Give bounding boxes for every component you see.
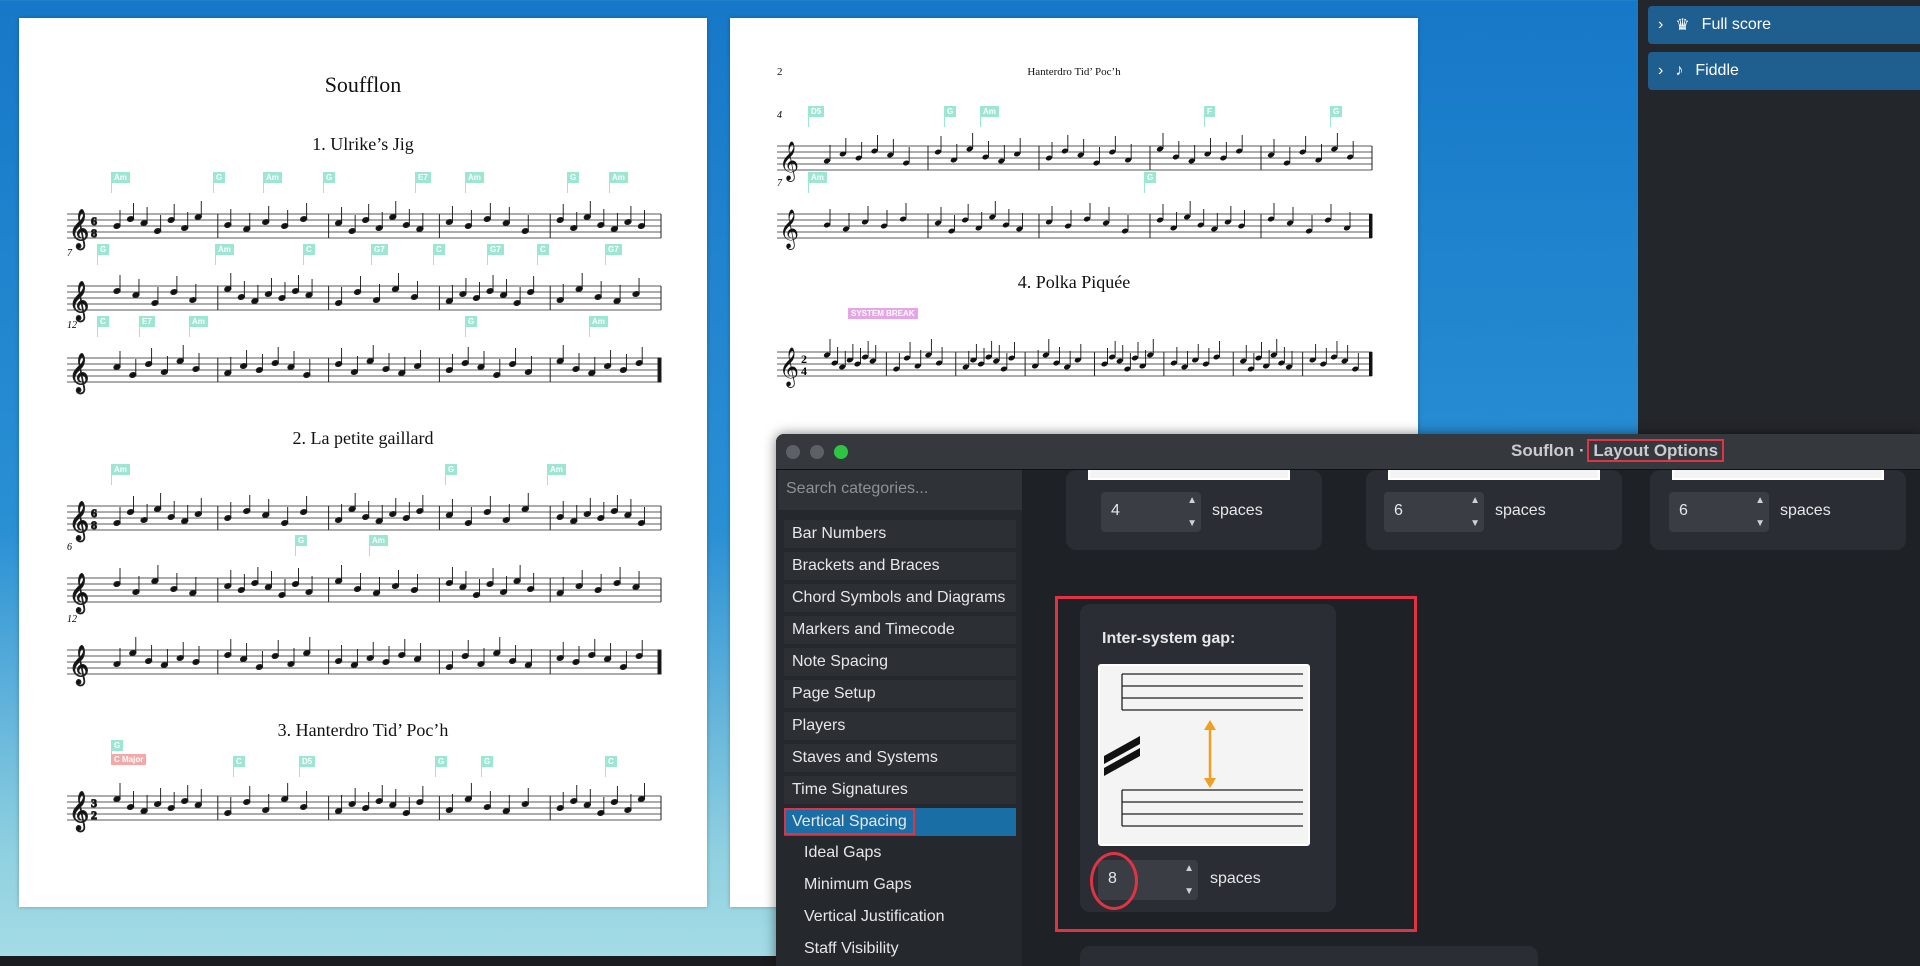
category-page-setup[interactable]: Page Setup [784, 680, 1016, 708]
stepper-down-icon[interactable]: ▼ [1470, 518, 1480, 529]
subcategory-vertical-justification[interactable]: Vertical Justification [804, 908, 945, 926]
score-icon: ♛ [1675, 17, 1690, 34]
diagram-preview [1088, 470, 1290, 480]
stepper-up-icon[interactable]: ▲ [1187, 495, 1197, 506]
stepper-up-icon[interactable]: ▲ [1755, 495, 1765, 506]
treble-clef-icon: 𝄞 [69, 281, 89, 322]
category-bar-numbers[interactable]: Bar Numbers [784, 520, 1016, 548]
treble-clef-icon: 𝄞 [69, 791, 89, 832]
category-chord-symbols[interactable]: Chord Symbols and Diagrams [784, 584, 1016, 612]
treble-clef-icon: 𝄞 [69, 209, 89, 250]
highlight-circle [1090, 852, 1138, 910]
instrument-icon: ♪ [1675, 62, 1684, 79]
treble-clef-icon: 𝄞 [69, 501, 89, 542]
spinner-value: 6 [1679, 502, 1688, 519]
svg-text:4: 4 [801, 364, 807, 378]
window-title-app: Souflon · [1511, 441, 1590, 460]
layout-item-label: Fiddle [1695, 62, 1739, 79]
category-players[interactable]: Players [784, 712, 1016, 740]
category-vertical-spacing[interactable]: Vertical Spacing [784, 808, 1016, 836]
category-note-spacing[interactable]: Note Spacing [784, 648, 1016, 676]
treble-clef-icon: 𝄞 [779, 209, 799, 250]
layout-item-fiddle[interactable]: › ♪ Fiddle [1648, 52, 1920, 90]
svg-text:8: 8 [91, 226, 97, 240]
subcategory-staff-visibility[interactable]: Staff Visibility [804, 940, 899, 958]
spinner-value: 4 [1111, 502, 1120, 519]
stepper-up-icon[interactable]: ▲ [1184, 863, 1194, 874]
stepper-down-icon[interactable]: ▼ [1184, 886, 1194, 897]
subcategory-ideal-gaps[interactable]: Ideal Gaps [804, 844, 881, 862]
window-title-highlight: Layout Options [1587, 439, 1725, 462]
svg-text:2: 2 [91, 808, 97, 822]
zoom-window-icon[interactable] [834, 445, 848, 459]
chevron-right-icon[interactable]: › [1658, 16, 1663, 34]
close-window-icon[interactable] [786, 445, 800, 459]
treble-clef-icon: 𝄞 [779, 347, 799, 388]
gap-spinner-1[interactable]: 4 ▲ ▼ [1101, 492, 1201, 532]
inter-system-gap-card: Inter-system gap: 8 ▲ ▼ spaces [1080, 604, 1336, 912]
inter-system-diagram [1098, 664, 1310, 846]
treble-clef-icon: 𝄞 [69, 645, 89, 686]
treble-clef-icon: 𝄞 [69, 353, 89, 394]
treble-clef-icon: 𝄞 [779, 141, 799, 182]
window-title: Souflon · Layout Options [1511, 439, 1725, 462]
gap-spinner-3[interactable]: 6 ▲ ▼ [1669, 492, 1769, 532]
diagram-preview [1388, 470, 1600, 480]
category-markers-timecode[interactable]: Markers and Timecode [784, 616, 1016, 644]
search-categories-input[interactable]: Search categories... [778, 470, 1022, 510]
category-time-signatures[interactable]: Time Signatures [784, 776, 1016, 804]
diagram-preview [1672, 470, 1884, 480]
title-bar[interactable]: Souflon · Layout Options [776, 434, 1920, 470]
category-staves-systems[interactable]: Staves and Systems [784, 744, 1016, 772]
unit-label: spaces [1495, 502, 1546, 519]
treble-clef-icon: 𝄞 [69, 573, 89, 614]
layout-options-dialog: Souflon · Layout Options Search categori… [776, 434, 1920, 966]
chevron-right-icon[interactable]: › [1658, 62, 1663, 80]
subcategory-minimum-gaps[interactable]: Minimum Gaps [804, 876, 912, 894]
unit-label: spaces [1780, 502, 1831, 519]
inter-system-gap-label: Inter-system gap: [1102, 630, 1236, 647]
unit-label: spaces [1210, 870, 1261, 887]
spinner-value: 6 [1394, 502, 1403, 519]
stepper-up-icon[interactable]: ▲ [1470, 495, 1480, 506]
layout-item-full-score[interactable]: › ♛ Full score [1648, 6, 1920, 44]
svg-text:8: 8 [91, 518, 97, 532]
stepper-down-icon[interactable]: ▼ [1755, 518, 1765, 529]
category-brackets-braces[interactable]: Brackets and Braces [784, 552, 1016, 580]
music-notation: 𝄞 68𝄞𝄞𝄞 68𝄞𝄞𝄞 32 [67, 201, 662, 833]
minimize-window-icon[interactable] [810, 445, 824, 459]
stepper-down-icon[interactable]: ▼ [1187, 518, 1197, 529]
unit-label: spaces [1212, 502, 1263, 519]
layout-item-label: Full score [1701, 16, 1772, 33]
score-page-1: Soufflon 1. Ulrike’s Jig 2. La petite ga… [19, 18, 707, 907]
gap-spinner-2[interactable]: 6 ▲ ▼ [1384, 492, 1484, 532]
category-vertical-spacing-label: Vertical Spacing [784, 808, 915, 835]
option-card [1080, 946, 1538, 966]
